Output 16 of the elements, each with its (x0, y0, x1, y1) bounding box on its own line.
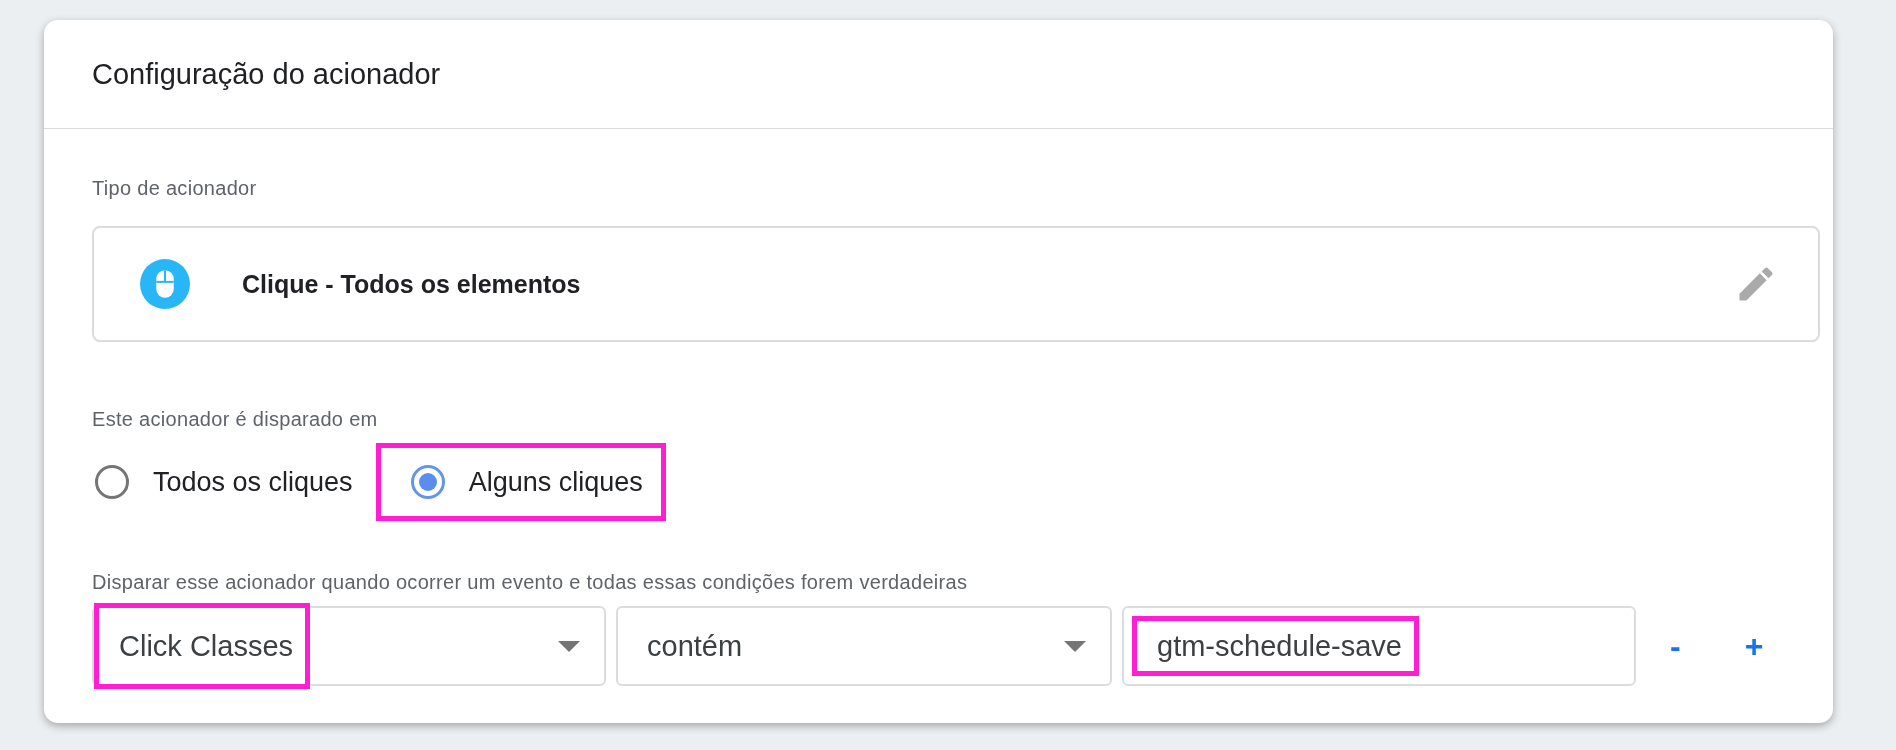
section-label: Este acionador é disparado em (92, 408, 379, 431)
add-button[interactable]: + (1732, 623, 1776, 669)
radio-option[interactable]: Todos os cliques (90, 443, 376, 521)
variable-dropdown[interactable]: Click Classes (92, 606, 606, 686)
radio-option[interactable]: Alguns cliques (375, 443, 666, 521)
remove-button[interactable]: - (1658, 623, 1693, 669)
trigger-type-name: Clique - Todos os elementos (242, 269, 582, 299)
mouse-icon (140, 259, 190, 309)
value-input-field[interactable]: gtm-schedule-save (1122, 606, 1636, 686)
section-label: Disparar esse acionador quando ocorrer um evento e todas essas condições forem verdadeiras (92, 571, 969, 594)
caret-icon (1064, 640, 1086, 652)
caret-icon (558, 640, 580, 652)
card-title: Configuração do acionador (92, 57, 441, 91)
operator-dropdown[interactable]: contém (616, 606, 1112, 686)
trigger-type-card[interactable]: Clique - Todos os elementos (92, 226, 1820, 342)
section-label: Tipo de acionador (92, 177, 258, 200)
